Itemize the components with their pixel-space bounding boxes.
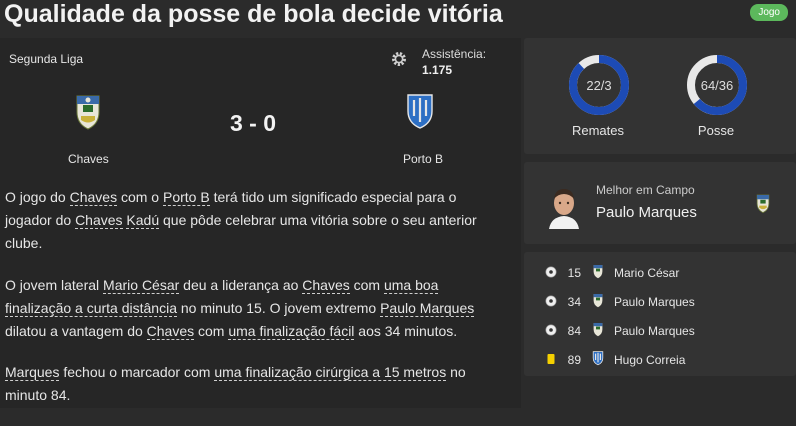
report-paragraph-3: Marques fechou o marcador com uma finali… — [5, 361, 505, 407]
report-paragraph-1: O jogo do Chaves com o Porto B terá tido… — [5, 186, 505, 256]
shots-label: Remates — [571, 123, 625, 138]
report-link[interactable]: Chaves — [75, 212, 123, 230]
report-text: no minuto 15. O jovem extremo — [177, 299, 381, 316]
report-link[interactable]: Mario César — [103, 276, 180, 294]
possession-label: Posse — [697, 123, 735, 138]
report-link[interactable]: Chaves — [302, 276, 350, 294]
chaves-crest-icon[interactable] — [73, 92, 103, 130]
report-link[interactable]: Kadú — [126, 212, 160, 230]
report-text: fechou o marcador com — [59, 364, 215, 381]
report-text: O jogo do — [5, 189, 70, 205]
stadium-gear-icon — [392, 52, 406, 66]
chaves-crest-icon — [593, 265, 603, 279]
event-row[interactable]: 34 Paulo Marques — [545, 292, 775, 314]
attendance-label: Assistência: — [422, 47, 487, 61]
report-text: deu a liderança ao — [179, 276, 303, 293]
away-team-name[interactable]: Porto B — [403, 152, 443, 166]
report-link[interactable]: uma finalização cirúrgica a 15 metros — [214, 364, 447, 382]
goal-ball-icon — [545, 324, 557, 336]
motm-club-crest-icon[interactable] — [755, 192, 771, 214]
event-minute: 84 — [567, 324, 581, 338]
possession-value: 64/36 — [700, 78, 734, 93]
report-text: O jovem lateral — [5, 276, 104, 293]
event-row[interactable]: 89 Hugo Correia — [545, 350, 775, 372]
report-text: com — [194, 323, 229, 340]
report-link[interactable]: Porto B — [162, 189, 210, 206]
home-team-name[interactable]: Chaves — [68, 152, 109, 166]
page-title: Qualidade da posse de bola decide vitóri… — [4, 0, 503, 28]
chaves-crest-icon — [593, 294, 603, 308]
event-player: Mario César — [614, 266, 680, 280]
yellow-card-icon — [547, 354, 555, 364]
motm-player-name[interactable]: Paulo Marques — [596, 204, 697, 221]
player-avatar[interactable] — [545, 183, 583, 229]
shots-value: 22/3 — [586, 78, 612, 93]
report-text: com — [349, 276, 384, 293]
event-player: Paulo Marques — [614, 324, 695, 338]
event-player: Hugo Correia — [614, 353, 686, 367]
chaves-crest-icon — [593, 323, 603, 337]
report-link[interactable]: Marques — [5, 364, 60, 382]
match-score: 3 - 0 — [230, 110, 277, 136]
goal-ball-icon — [545, 266, 557, 278]
event-row[interactable]: 15 Mario César — [545, 263, 775, 285]
event-minute: 89 — [567, 353, 581, 367]
report-paragraph-2: O jovem lateral Mario César deu a lidera… — [5, 274, 505, 344]
motm-label: Melhor em Campo — [596, 183, 695, 197]
goal-ball-icon — [545, 295, 557, 307]
report-link[interactable]: Paulo Marques — [380, 299, 475, 317]
event-minute: 15 — [567, 266, 581, 280]
match-report: O jogo do Chaves com o Porto B terá tido… — [5, 186, 505, 426]
report-link[interactable]: Chaves — [146, 323, 195, 341]
porto-b-crest-icon — [592, 351, 604, 366]
match-badge[interactable]: Jogo — [750, 4, 788, 21]
report-text: dilatou a vantagem do — [5, 323, 147, 340]
event-row[interactable]: 84 Paulo Marques — [545, 321, 775, 343]
competition-name[interactable]: Segunda Liga — [9, 52, 83, 66]
report-link[interactable]: uma finalização fácil — [228, 323, 355, 341]
event-minute: 34 — [567, 295, 581, 309]
report-text: aos 34 minutos. — [354, 323, 458, 340]
event-player: Paulo Marques — [614, 295, 695, 309]
report-link[interactable]: Chaves — [69, 189, 118, 206]
attendance-value: 1.175 — [422, 63, 453, 77]
porto-b-crest-icon[interactable] — [405, 92, 435, 130]
report-text: com o — [117, 189, 163, 205]
